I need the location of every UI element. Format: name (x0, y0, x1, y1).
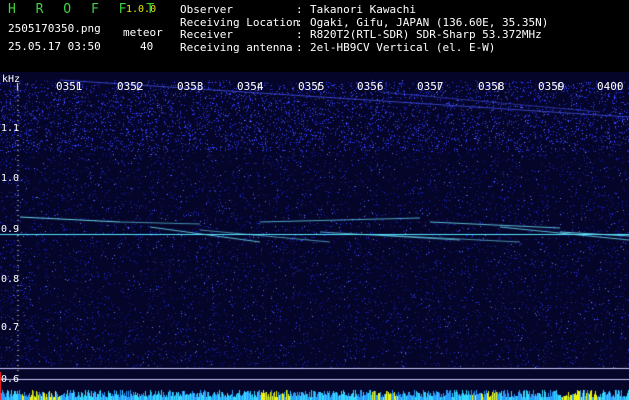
time-label: 0354 (237, 80, 264, 93)
capture-datetime: 25.05.17 03:50 (8, 40, 101, 53)
header-panel: H R O F F T 1.0.0 2505170350.png 25.05.1… (0, 0, 629, 72)
station-info: Observer: Takanori Kawachi Receiving Loca… (180, 3, 549, 55)
time-label: 0356 (357, 80, 384, 93)
info-value: 2el-HB9CV Vertical (el. E-W) (310, 40, 496, 54)
freq-label: 1.1 (1, 123, 20, 134)
meteor-label: meteor (123, 26, 163, 39)
info-key: Receiver (180, 28, 233, 41)
spectrogram-canvas (0, 72, 629, 400)
info-value: Takanori Kawachi (310, 3, 416, 16)
freq-label: 0.9 (1, 224, 20, 235)
info-separator: : (296, 28, 303, 41)
app-version: 1.0.0 (126, 4, 157, 15)
time-label: 0358 (478, 80, 505, 93)
freq-label: 0.8 (1, 274, 20, 285)
info-key: Observer (180, 3, 233, 16)
time-label: 0351 (56, 80, 83, 93)
freq-label: 0.6 (1, 374, 20, 385)
time-label: 0359 (538, 80, 565, 93)
time-label: 0352 (117, 80, 144, 93)
info-row-antenna: Receiving antenna:2el-HB9CV Vertical (el… (180, 40, 548, 55)
info-value: R820T2(RTL-SDR) SDR-Sharp 53.372MHz (310, 28, 542, 41)
freq-label: 0.7 (1, 322, 20, 333)
y-axis-unit: kHz (2, 74, 21, 85)
meteor-count: 40 (140, 40, 154, 53)
time-label: 0400 (597, 80, 624, 93)
info-value: Ogaki, Gifu, JAPAN (136.60E, 35.35N) (310, 15, 549, 29)
time-label: 0353 (177, 80, 204, 93)
info-key: Receiving antenna (180, 40, 293, 54)
time-label: 0357 (417, 80, 444, 93)
image-filename: 2505170350.png (8, 22, 101, 35)
info-separator: : (296, 3, 303, 16)
info-separator: : (296, 40, 303, 54)
time-label: 0355 (298, 80, 325, 93)
freq-label: 1.0 (1, 173, 20, 184)
